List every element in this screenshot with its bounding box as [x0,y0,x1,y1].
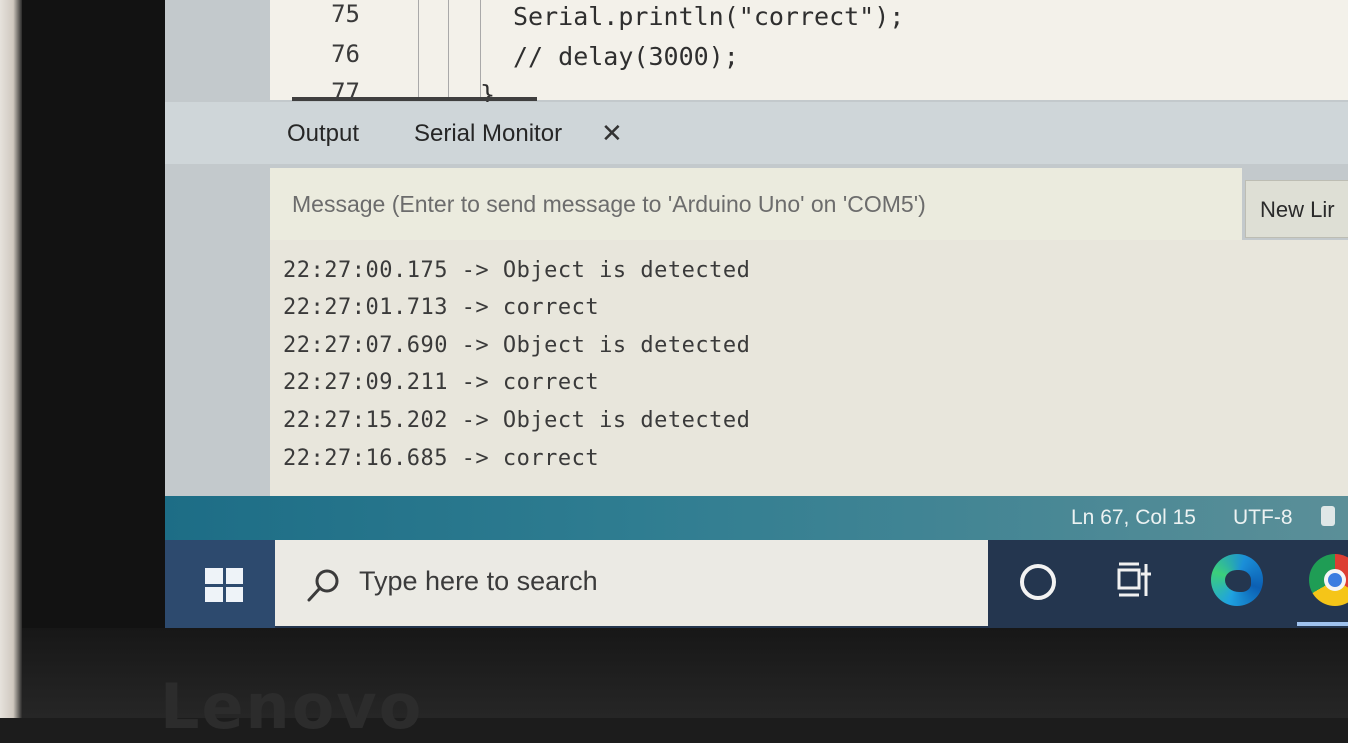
indent-guide [418,0,419,100]
taskbar-search-box[interactable]: Type here to search [275,540,988,626]
desk-background [0,0,22,718]
code-line[interactable]: Serial.println("correct"); [513,2,904,31]
close-icon[interactable]: ✕ [601,118,623,149]
brand-logo: Lenovo [160,670,424,743]
log-line: 22:27:16.685 -> correct [283,446,600,471]
line-number: 75 [331,0,360,28]
log-line: 22:27:09.211 -> correct [283,370,600,395]
chrome-icon[interactable] [1309,554,1348,606]
log-line: 22:27:07.690 -> Object is detected [283,333,751,358]
search-placeholder: Type here to search [359,566,598,596]
panel-tab-bar: Output Serial Monitor ✕ [165,102,1348,164]
status-bar: Ln 67, Col 15 UTF-8 [165,496,1348,540]
screen: 75 76 77 Serial.println("correct"); // d… [165,0,1348,628]
taskbar: Type here to search [165,540,1348,628]
cortana-icon[interactable] [1020,564,1056,600]
windows-start-icon [205,568,243,602]
editor-scrollbar[interactable] [292,97,537,101]
tab-output[interactable]: Output [287,120,359,148]
log-line: 22:27:15.202 -> Object is detected [283,408,751,433]
line-ending-select[interactable]: New Lir [1245,180,1348,238]
notification-icon[interactable] [1321,506,1335,526]
edge-icon[interactable] [1211,554,1263,606]
cursor-position[interactable]: Ln 67, Col 15 [1071,506,1196,530]
code-editor[interactable]: 75 76 77 Serial.println("correct"); // d… [270,0,1348,109]
code-line[interactable]: // delay(3000); [513,42,739,71]
log-line: 22:27:00.175 -> Object is detected [283,258,751,283]
chrome-icon-center [1324,569,1346,591]
task-view-icon[interactable] [1115,560,1155,600]
serial-output: 22:27:00.175 -> Object is detected 22:27… [270,240,1348,496]
search-icon [307,569,339,602]
start-button[interactable] [165,540,275,628]
serial-message-input[interactable] [270,168,1242,240]
tab-serial-monitor[interactable]: Serial Monitor [414,120,562,148]
indent-guide [448,0,449,100]
file-encoding[interactable]: UTF-8 [1233,506,1293,530]
edge-icon-inner [1225,570,1251,592]
log-line: 22:27:01.713 -> correct [283,295,600,320]
line-number: 76 [331,40,360,68]
active-app-indicator [1297,622,1348,626]
